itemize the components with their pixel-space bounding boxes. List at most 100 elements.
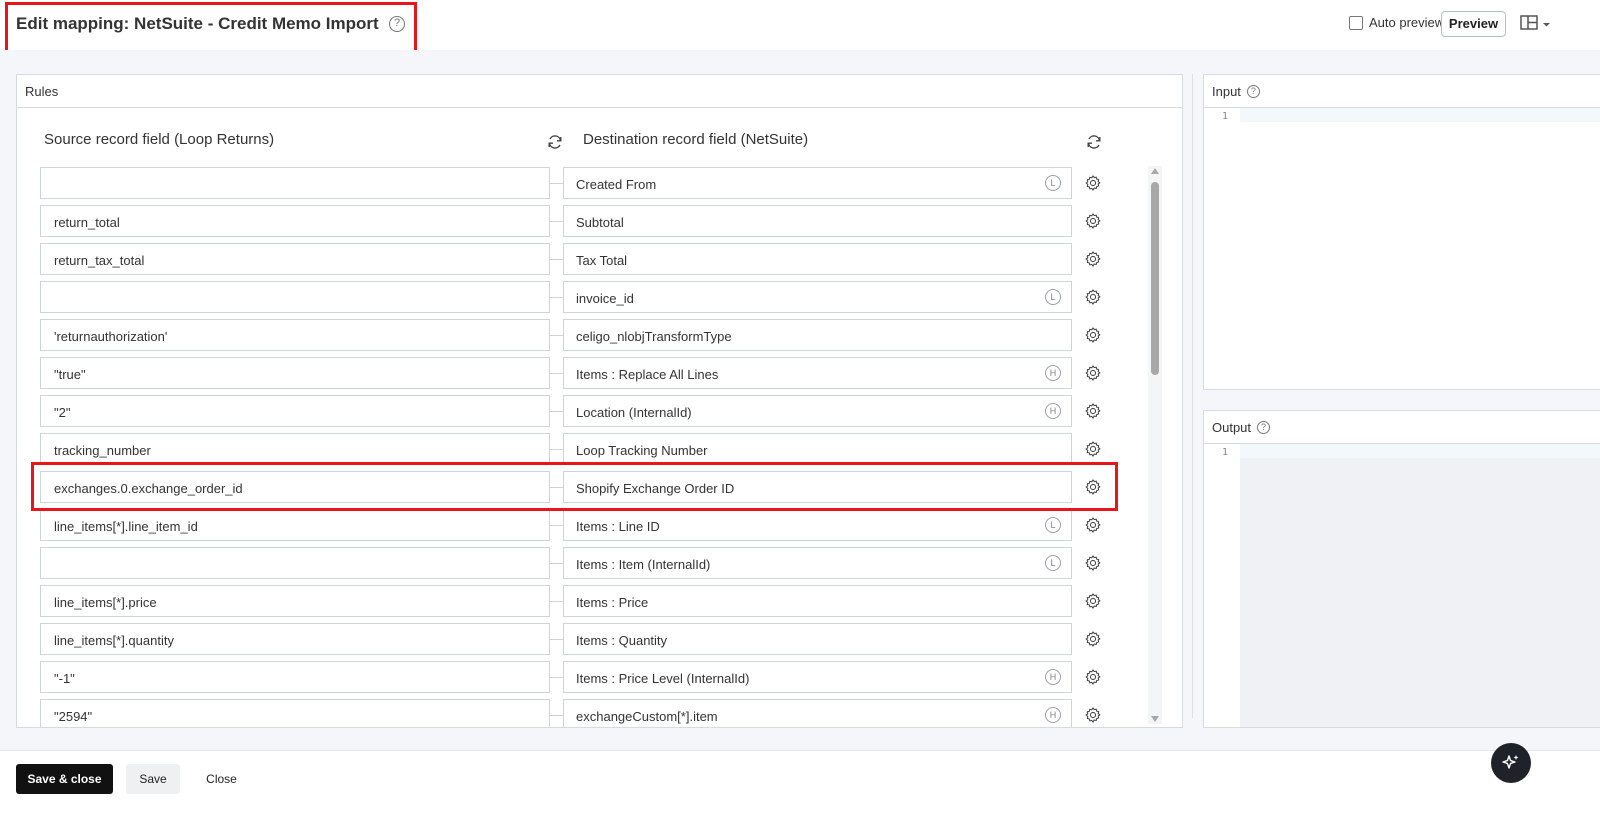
rules-panel-title: Rules: [17, 75, 1182, 108]
destination-field-input[interactable]: Items : Price Level (InternalId) H: [563, 661, 1072, 693]
settings-gear-icon[interactable]: [1084, 516, 1102, 534]
mapping-row: line_items[*].price Items : Price: [40, 585, 1112, 617]
panel-divider[interactable]: [1192, 74, 1193, 718]
input-editor-gutter: 1: [1204, 108, 1240, 389]
input-panel-header: Input ?: [1204, 75, 1600, 108]
hardcoded-badge-icon: H: [1045, 669, 1061, 685]
destination-field-input[interactable]: Tax Total: [563, 243, 1072, 275]
settings-gear-icon[interactable]: [1084, 326, 1102, 344]
settings-gear-icon[interactable]: [1084, 364, 1102, 382]
destination-field-input[interactable]: Subtotal: [563, 205, 1072, 237]
sparkle-icon: [1502, 755, 1519, 769]
preview-button[interactable]: Preview: [1441, 11, 1506, 37]
destination-field-value: Items : Price Level (InternalId): [576, 671, 750, 686]
destination-field-input[interactable]: Items : Price: [563, 585, 1072, 617]
destination-field-input[interactable]: Items : Quantity: [563, 623, 1072, 655]
settings-gear-icon[interactable]: [1084, 630, 1102, 648]
lookup-badge-icon: L: [1045, 289, 1061, 305]
lookup-badge-icon: L: [1045, 555, 1061, 571]
source-field-input[interactable]: line_items[*].price: [40, 585, 550, 617]
destination-field-value: Created From: [576, 177, 657, 192]
title-highlight-box: [5, 2, 417, 56]
hardcoded-badge-icon: H: [1045, 403, 1061, 419]
destination-field-value: Items : Line ID: [576, 519, 660, 534]
mapping-row: tracking_number Loop Tracking Number: [40, 433, 1112, 465]
mapping-row: line_items[*].quantity Items : Quantity: [40, 623, 1112, 655]
ai-assistant-button[interactable]: [1491, 743, 1531, 783]
settings-gear-icon[interactable]: [1084, 212, 1102, 230]
source-field-input[interactable]: "true": [40, 357, 550, 389]
row-connector: [550, 373, 563, 374]
mapping-row: "true" Items : Replace All Lines H: [40, 357, 1112, 389]
settings-gear-icon[interactable]: [1084, 668, 1102, 686]
lookup-badge-icon: L: [1045, 517, 1061, 533]
line-number: 1: [1222, 111, 1229, 122]
settings-gear-icon[interactable]: [1084, 440, 1102, 458]
destination-field-input[interactable]: celigo_nlobjTransformType: [563, 319, 1072, 351]
save-and-close-button[interactable]: Save & close: [16, 764, 113, 794]
source-field-input[interactable]: tracking_number: [40, 433, 550, 465]
source-field-input[interactable]: [40, 281, 550, 313]
mapping-row: Items : Item (InternalId) L: [40, 547, 1112, 579]
row-connector: [550, 297, 563, 298]
hardcoded-badge-icon: H: [1045, 707, 1061, 723]
mapping-row: line_items[*].line_item_id Items : Line …: [40, 509, 1112, 541]
mapping-row: invoice_id L: [40, 281, 1112, 313]
mapping-row: return_tax_total Tax Total: [40, 243, 1112, 275]
settings-gear-icon[interactable]: [1084, 706, 1102, 724]
mapping-row: return_total Subtotal: [40, 205, 1112, 237]
auto-preview-toggle[interactable]: Auto preview: [1349, 15, 1444, 30]
source-field-input[interactable]: line_items[*].line_item_id: [40, 509, 550, 541]
destination-field-input[interactable]: Items : Replace All Lines H: [563, 357, 1072, 389]
output-panel-title: Output: [1212, 420, 1252, 435]
output-editor-gutter: 1: [1204, 444, 1240, 727]
refresh-source-icon[interactable]: [547, 134, 563, 150]
source-field-input[interactable]: line_items[*].quantity: [40, 623, 550, 655]
active-line-highlight: [1240, 108, 1600, 122]
input-editor[interactable]: [1240, 108, 1600, 389]
row-highlight-box: [31, 462, 1118, 511]
source-field-input[interactable]: "-1": [40, 661, 550, 693]
scroll-down-arrow-icon[interactable]: [1151, 716, 1159, 722]
settings-gear-icon[interactable]: [1084, 288, 1102, 306]
destination-field-value: Items : Price: [576, 595, 649, 610]
source-field-input[interactable]: 'returnauthorization': [40, 319, 550, 351]
scroll-up-arrow-icon[interactable]: [1151, 168, 1159, 174]
layout-toggle-icon[interactable]: [1520, 14, 1556, 34]
destination-field-input[interactable]: Items : Item (InternalId) L: [563, 547, 1072, 579]
destination-field-input[interactable]: Loop Tracking Number: [563, 433, 1072, 465]
source-field-input[interactable]: "2": [40, 395, 550, 427]
destination-field-input[interactable]: Location (InternalId) H: [563, 395, 1072, 427]
settings-gear-icon[interactable]: [1084, 592, 1102, 610]
output-panel: Output ? 1: [1203, 410, 1600, 728]
source-field-input[interactable]: [40, 547, 550, 579]
save-button[interactable]: Save: [126, 764, 180, 794]
destination-column-header: Destination record field (NetSuite): [583, 131, 809, 148]
destination-field-input[interactable]: Items : Line ID L: [563, 509, 1072, 541]
destination-field-input[interactable]: invoice_id L: [563, 281, 1072, 313]
source-field-input[interactable]: return_tax_total: [40, 243, 550, 275]
refresh-destination-icon[interactable]: [1086, 134, 1102, 150]
settings-gear-icon[interactable]: [1084, 250, 1102, 268]
settings-gear-icon[interactable]: [1084, 174, 1102, 192]
mapping-row: "2" Location (InternalId) H: [40, 395, 1112, 427]
source-field-input[interactable]: [40, 167, 550, 199]
auto-preview-checkbox[interactable]: [1349, 15, 1363, 30]
row-connector: [550, 525, 563, 526]
output-help-icon[interactable]: ?: [1257, 421, 1271, 434]
input-panel: Input ? 1: [1203, 74, 1600, 390]
destination-field-value: Tax Total: [576, 253, 628, 268]
source-field-input[interactable]: return_total: [40, 205, 550, 237]
input-help-icon[interactable]: ?: [1246, 85, 1260, 98]
destination-field-value: celigo_nlobjTransformType: [576, 329, 732, 344]
settings-gear-icon[interactable]: [1084, 402, 1102, 420]
destination-field-input[interactable]: Created From L: [563, 167, 1072, 199]
mapping-row: 'returnauthorization' celigo_nlobjTransf…: [40, 319, 1112, 351]
close-button[interactable]: Close: [194, 764, 249, 794]
destination-field-value: Loop Tracking Number: [576, 443, 708, 458]
row-connector: [550, 677, 563, 678]
row-connector: [550, 563, 563, 564]
active-line-highlight: [1240, 444, 1600, 458]
settings-gear-icon[interactable]: [1084, 554, 1102, 572]
rules-scrollbar-thumb[interactable]: [1151, 182, 1159, 375]
